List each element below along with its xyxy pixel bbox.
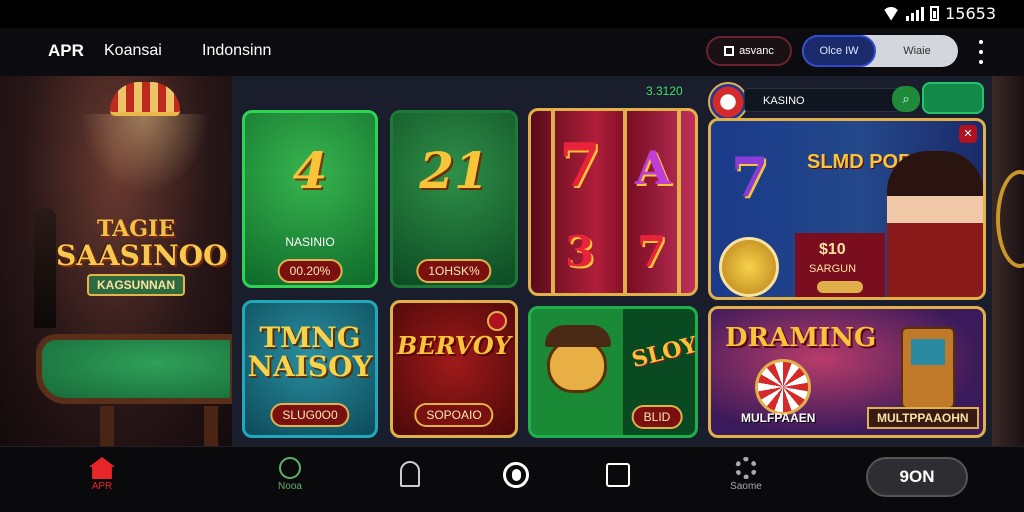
jackpot-label: SARGUN [809, 263, 857, 275]
home-icon [89, 457, 115, 479]
game-tile-6[interactable]: BERVOY SOPOAIO [390, 300, 518, 438]
reel-symbol: 3 [565, 227, 595, 276]
account-button[interactable]: asvanc [706, 36, 792, 66]
game-pill: BLID [631, 405, 683, 429]
game-pill: MULTPPAAOHN [867, 407, 979, 429]
hat-icon [545, 325, 611, 347]
status-icons: 15653 [882, 4, 996, 23]
jackpot-amount: $10 [819, 241, 846, 258]
gear-icon [735, 457, 757, 479]
square-icon [724, 46, 735, 56]
roulette-wheel-icon [755, 359, 811, 415]
banner-line-3: KAGSUNNAN [87, 274, 185, 296]
game-pill: 00.20% [277, 259, 343, 283]
nav-settings-label: Saome [730, 481, 762, 492]
bag-icon [606, 463, 630, 487]
leaf-icon [279, 457, 301, 479]
toggle-option-active[interactable]: Olce IW [802, 35, 876, 67]
side-decoration [992, 76, 1024, 446]
table-leg [204, 406, 218, 446]
casino-table [36, 334, 232, 404]
nav-settings[interactable]: Saome [718, 457, 774, 492]
host-image [887, 151, 983, 297]
reel-divider [677, 111, 681, 293]
search-icon[interactable]: ⌕ [892, 86, 920, 112]
nav-news-label: Nooa [278, 481, 302, 492]
lamp-icon [110, 82, 180, 116]
table-leg [100, 406, 114, 446]
promo-banner[interactable]: TAGIE SAASINOO KAGSUNNAN [0, 76, 232, 446]
featured-brand: KASINO [744, 88, 900, 112]
account-button-label: asvanc [739, 45, 774, 57]
nav-bag[interactable] [590, 457, 646, 487]
game-tile-5[interactable]: TMNG NAISOY SLUG0O0 [242, 300, 378, 438]
featured-actions[interactable] [922, 82, 984, 114]
lamp-glow [80, 114, 210, 194]
reel-symbol: 7 [637, 227, 667, 276]
region-label: Indonsinn [202, 42, 272, 59]
banner-line-2: SAASINOO [56, 239, 228, 272]
game-label: NASINIO [285, 235, 335, 249]
game-tile-4-featured[interactable]: 7 SLMD POBLX $10 SARGUN ✕ [708, 118, 986, 300]
jackpot-pill [817, 281, 863, 293]
top-app-bar: APR Koansai Indonsinn asvanc Olce IW Wia… [0, 28, 1024, 76]
join-button[interactable]: 9ON [866, 457, 968, 497]
mascot-icon [547, 339, 607, 393]
featured-header: KASINO ⌕ [708, 82, 984, 122]
nav-home[interactable]: APR [74, 457, 130, 492]
game-title: TMNG NAISOY [247, 321, 373, 384]
balance-text: 3.3120 [646, 84, 683, 98]
game-title: 21 [419, 141, 489, 200]
record-icon [503, 462, 529, 488]
signal-icon [906, 6, 925, 21]
game-tile-8[interactable]: DRAMING MULFPAAEN MULTPPAAOHN [708, 306, 986, 438]
brand-name: APR [48, 41, 84, 60]
nav-home-label: APR [91, 481, 113, 492]
toggle-option-inactive[interactable]: Wiaie [876, 35, 958, 67]
roulette-logo-icon [708, 82, 748, 122]
game-tile-2[interactable]: 21 1OHSK% [390, 110, 518, 288]
dealer-figure [34, 208, 56, 328]
status-time: 15653 [945, 4, 996, 23]
bottom-navigation: APR Nooa Saome 9ON [0, 446, 1024, 512]
status-bar: 15653 [0, 0, 1024, 28]
reel-divider [623, 111, 627, 293]
battery-icon [930, 6, 940, 21]
nav-hand[interactable] [382, 457, 438, 487]
game-pill: 1OHSK% [416, 259, 492, 283]
star-coin-icon [719, 237, 779, 297]
game-title: SLOYN [629, 326, 698, 374]
game-pill: SLUG0O0 [270, 403, 350, 427]
game-title: BERVOY [397, 331, 511, 360]
game-pill: SOPOAIO [414, 403, 494, 427]
hand-icon [400, 461, 420, 487]
seven-symbol: 7 [731, 145, 769, 209]
wifi-icon [882, 6, 901, 21]
reel-symbol: 7 [559, 131, 601, 201]
game-tile-1[interactable]: 4 NASINIO 00.20% [242, 110, 378, 288]
nav-news[interactable]: Nooa [262, 457, 318, 492]
nav-record[interactable] [488, 457, 544, 488]
reel-symbol: A [635, 141, 671, 195]
slot-machine-icon [901, 327, 955, 409]
mode-toggle[interactable]: Olce IW Wiaie [802, 35, 958, 67]
close-icon[interactable]: ✕ [959, 125, 977, 143]
more-options-icon[interactable] [976, 40, 986, 64]
badge-icon [487, 311, 507, 331]
banner-sign: TAGIE SAASINOO KAGSUNNAN [56, 216, 228, 296]
game-subtitle: MULFPAAEN [741, 411, 816, 425]
game-tile-7[interactable]: SLOYN BLID [528, 306, 698, 438]
reel-divider [551, 111, 555, 293]
brand-subtitle: Koansai [104, 42, 162, 59]
game-title: 4 [292, 141, 328, 200]
game-tile-3-slot[interactable]: 7 A 3 7 [528, 108, 698, 296]
